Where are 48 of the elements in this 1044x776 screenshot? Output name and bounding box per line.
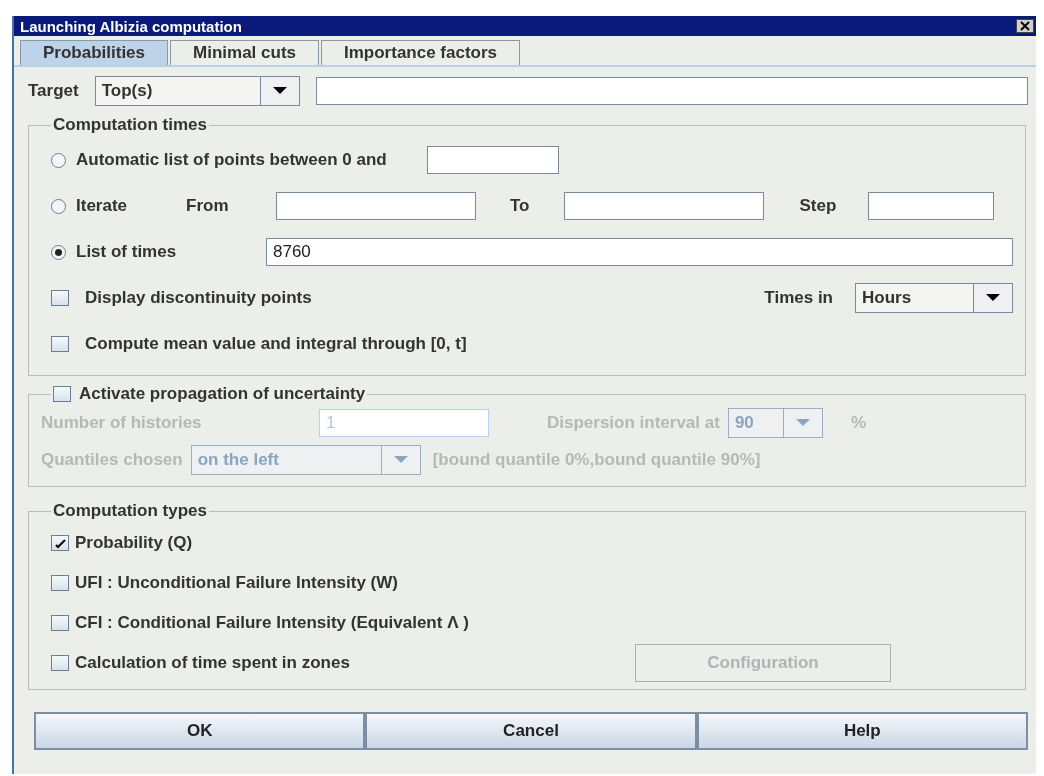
radio-button[interactable]	[51, 244, 66, 260]
radio-label: List of times	[76, 242, 178, 262]
dialog-button[interactable]: Help	[696, 712, 1028, 750]
percent-label: %	[850, 412, 866, 433]
target-field[interactable]	[315, 77, 1028, 105]
checkbox-label: UFI : Unconditional Failure Intensity (W)	[75, 573, 399, 593]
tab[interactable]: Probabilities	[20, 40, 169, 65]
dialog-button[interactable]: Cancel	[365, 712, 697, 750]
radio-button[interactable]	[51, 152, 66, 168]
to-label: To	[510, 196, 530, 216]
checkbox-label: Display discontinuity points	[85, 288, 313, 308]
dialog-button[interactable]: OK	[34, 712, 366, 750]
checkbox-label: CFI : Conditional Failure Intensity (Equivalent Λ )	[75, 613, 470, 633]
caret-icon	[272, 87, 287, 95]
step-label: Step	[799, 196, 837, 216]
close-icon[interactable]	[1016, 19, 1034, 33]
radio-button[interactable]	[51, 198, 66, 214]
input-field[interactable]	[426, 146, 559, 174]
times-in-label: Times in	[764, 288, 833, 308]
from-label: From	[186, 196, 230, 216]
checkbox[interactable]	[51, 615, 69, 631]
target-label: Target	[28, 81, 79, 101]
radio-label: Automatic list of points between 0 and	[76, 150, 387, 170]
checkbox[interactable]	[51, 655, 69, 671]
group-title: Computation types	[52, 501, 208, 521]
checkbox[interactable]	[51, 535, 69, 551]
checkbox[interactable]	[53, 386, 71, 402]
tab[interactable]: Importance factors	[321, 40, 521, 65]
caret-icon	[795, 418, 810, 427]
target-dropdown[interactable]: Top(s)	[94, 76, 300, 106]
checkbox-label: Probability (Q)	[75, 533, 194, 553]
to-field[interactable]	[563, 192, 764, 220]
tab[interactable]: Minimal cuts	[170, 40, 319, 65]
checkbox[interactable]	[51, 290, 69, 306]
radio-label: Iterate	[76, 196, 129, 216]
times-field[interactable]: 8760	[266, 238, 1013, 266]
caret-icon	[393, 455, 408, 464]
step-field[interactable]	[868, 192, 995, 220]
unit-dropdown[interactable]: Hours	[855, 283, 1013, 313]
caret-icon	[986, 294, 1000, 302]
checkbox[interactable]	[51, 575, 69, 591]
checkbox-label: Compute mean value and integral through [0, t]	[85, 334, 467, 354]
group-title: Computation times	[52, 115, 208, 135]
from-field[interactable]	[276, 192, 476, 220]
window-title: Launching Albizia computation	[20, 17, 242, 35]
checkbox[interactable]	[51, 336, 69, 352]
checkbox-label: Activate propagation of uncertainty	[79, 384, 366, 404]
checkbox-label: Calculation of time spent in zones	[75, 653, 351, 673]
